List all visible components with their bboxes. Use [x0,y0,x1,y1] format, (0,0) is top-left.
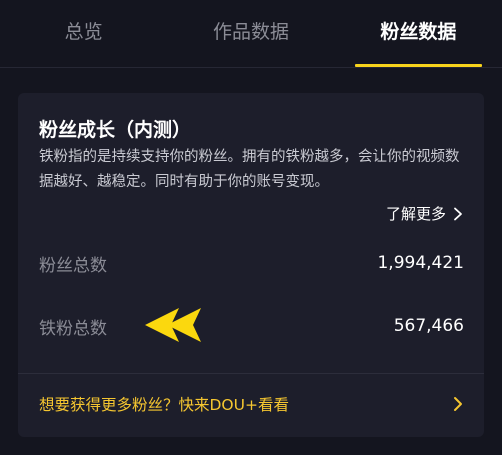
chevron-right-icon [454,207,462,220]
tab-fan-data[interactable]: 粉丝数据 [335,0,502,67]
chevron-right-icon [454,397,462,411]
fan-data-page: 总览 作品数据 粉丝数据 粉丝成长（内测） 铁粉指的是持续支持你的粉丝。拥有的铁… [0,0,502,455]
tab-bar: 总览 作品数据 粉丝数据 [0,0,502,68]
stat-value: 1,994,421 [377,253,464,273]
card-description: 铁粉指的是持续支持你的粉丝。拥有的铁粉越多，会让你的视频数据越好、越稳定。同时有… [39,149,460,190]
tab-overview-label: 总览 [64,21,103,43]
card-title: 粉丝成长（内测） [39,119,192,141]
stat-row-iron-fans: 铁粉总数 567,466 [39,311,464,341]
tab-works-data-label: 作品数据 [212,21,289,43]
tab-works-data[interactable]: 作品数据 [167,0,334,67]
dou-plus-promo-link[interactable]: 想要获得更多粉丝？快来DOU+看看 [39,391,464,417]
stat-label: 铁粉总数 [39,318,107,339]
fan-growth-card: 粉丝成长（内测） 铁粉指的是持续支持你的粉丝。拥有的铁粉越多，会让你的视频数据越… [18,93,484,437]
promo-text: 想要获得更多粉丝？快来DOU+看看 [39,396,289,414]
tab-fan-data-label: 粉丝数据 [380,21,457,43]
stat-row-total-fans: 粉丝总数 1,994,421 [39,248,464,278]
stat-label: 粉丝总数 [39,255,107,276]
learn-more-link[interactable]: 了解更多 [386,203,464,224]
yellow-arrow-left-icon [145,308,201,342]
learn-more-label: 了解更多 [385,205,446,223]
stat-value: 567,466 [393,316,464,336]
card-divider [18,373,484,374]
tab-overview[interactable]: 总览 [0,0,167,67]
